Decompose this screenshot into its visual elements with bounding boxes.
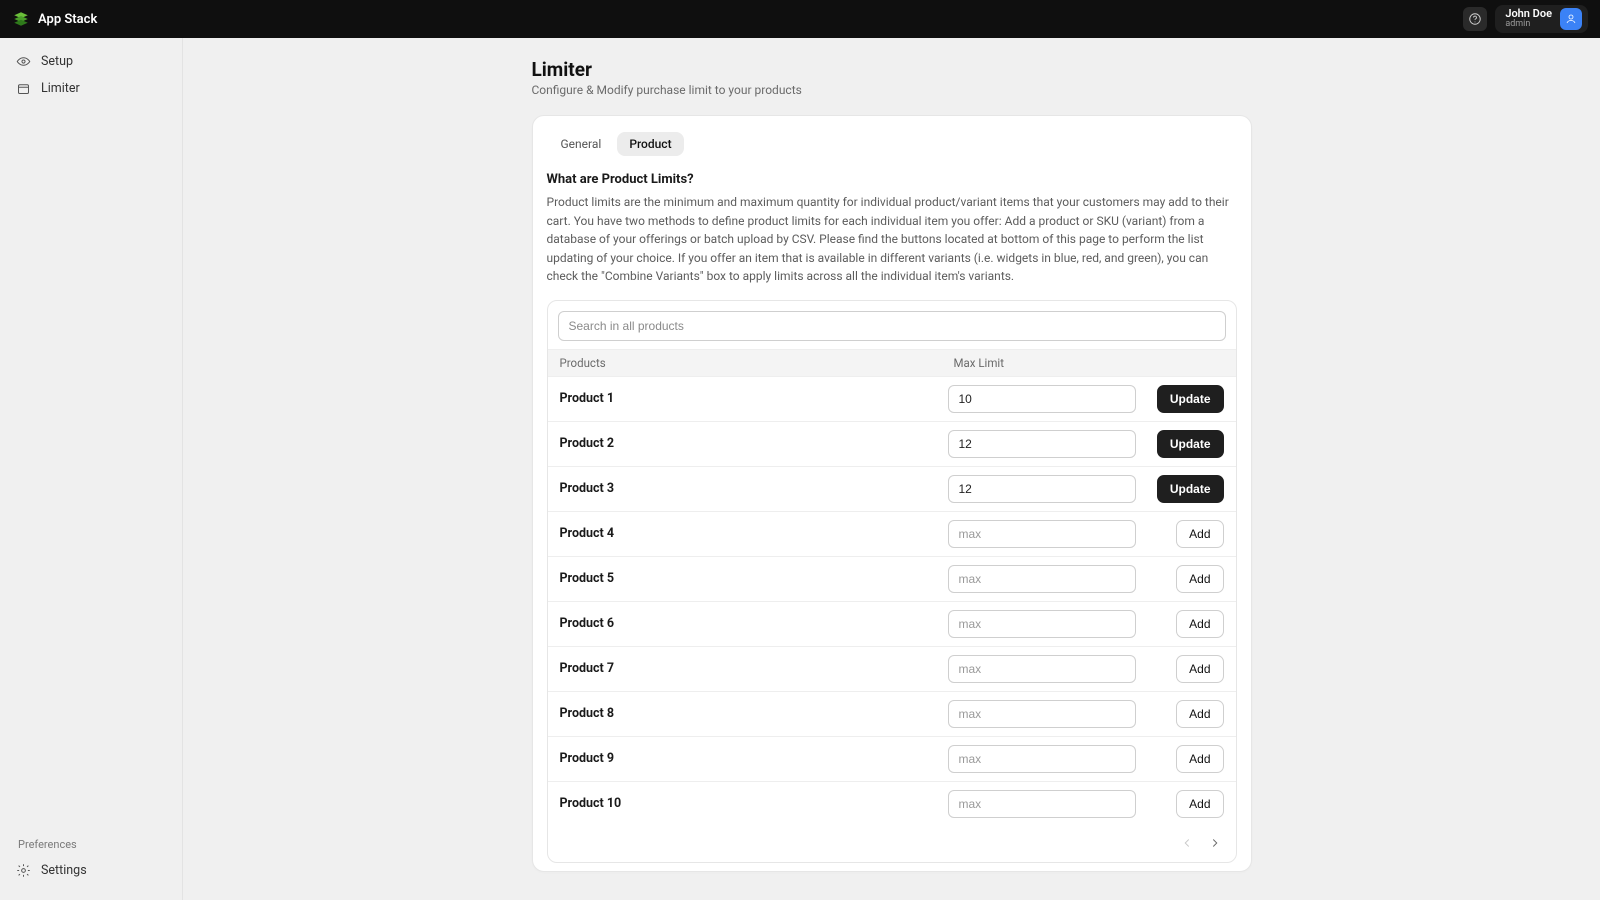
update-button[interactable]: Update xyxy=(1157,430,1224,458)
avatar xyxy=(1560,8,1582,30)
product-name: Product 8 xyxy=(560,706,948,721)
product-name: Product 10 xyxy=(560,796,948,811)
products-panel: Products Max Limit Product 1UpdateProduc… xyxy=(547,300,1237,863)
max-limit-input[interactable] xyxy=(948,655,1136,683)
topbar-right: John Doe admin xyxy=(1463,5,1588,33)
table-row: Product 4 Add xyxy=(548,512,1236,557)
sidebar-bottom: Preferences Settings xyxy=(0,838,182,890)
table-body: Product 1 Update Product 2 Update Product 3 U… xyxy=(548,377,1236,826)
box-icon xyxy=(16,81,31,96)
sidebar-item-setup[interactable]: Setup xyxy=(0,48,182,75)
update-button[interactable]: Update xyxy=(1157,475,1224,503)
max-limit-input[interactable] xyxy=(948,430,1136,458)
max-limit-input[interactable] xyxy=(948,565,1136,593)
content-card: General Product What are Product Limits?… xyxy=(532,115,1252,872)
eye-icon xyxy=(16,54,31,69)
product-name: Product 1 xyxy=(560,391,948,406)
product-name: Product 5 xyxy=(560,571,948,586)
sidebar-item-label: Settings xyxy=(41,863,87,878)
add-button[interactable]: Add xyxy=(1176,520,1223,548)
add-button[interactable]: Add xyxy=(1176,745,1223,773)
add-button[interactable]: Add xyxy=(1176,565,1223,593)
max-limit-input[interactable] xyxy=(948,745,1136,773)
info-body: Product limits are the minimum and maxim… xyxy=(547,193,1237,286)
product-name: Product 4 xyxy=(560,526,948,541)
search-input[interactable] xyxy=(558,311,1226,341)
sidebar-nav: Setup Limiter xyxy=(0,48,182,102)
table-row: Product 1 Update xyxy=(548,377,1236,422)
tabs: General Product xyxy=(547,130,1237,160)
user-text: John Doe admin xyxy=(1505,8,1552,30)
topbar-left: App Stack xyxy=(12,10,97,28)
add-button[interactable]: Add xyxy=(1176,700,1223,728)
tab-product[interactable]: Product xyxy=(617,132,683,156)
table-header: Products Max Limit xyxy=(548,349,1236,377)
max-limit-input[interactable] xyxy=(948,385,1136,413)
max-limit-input[interactable] xyxy=(948,520,1136,548)
app-title: App Stack xyxy=(38,12,97,27)
table-row: Product 6 Add xyxy=(548,602,1236,647)
table-row: Product 10 Add xyxy=(548,782,1236,826)
col-products: Products xyxy=(560,356,954,370)
table-row: Product 5 Add xyxy=(548,557,1236,602)
product-name: Product 3 xyxy=(560,481,948,496)
sidebar-item-settings[interactable]: Settings xyxy=(16,857,166,884)
pager-prev[interactable] xyxy=(1176,832,1198,854)
page-subtitle: Configure & Modify purchase limit to you… xyxy=(532,83,1252,97)
table-row: Product 2 Update xyxy=(548,422,1236,467)
sidebar-item-label: Limiter xyxy=(41,81,80,96)
sidebar-item-label: Setup xyxy=(41,54,73,69)
max-limit-input[interactable] xyxy=(948,700,1136,728)
topbar: App Stack John Doe admin xyxy=(0,0,1600,38)
chevron-right-icon xyxy=(1208,836,1222,850)
pager xyxy=(548,826,1236,862)
help-icon xyxy=(1468,12,1482,26)
product-name: Product 9 xyxy=(560,751,948,766)
table-row: Product 3 Update xyxy=(548,467,1236,512)
table-row: Product 7 Add xyxy=(548,647,1236,692)
add-button[interactable]: Add xyxy=(1176,655,1223,683)
product-name: Product 6 xyxy=(560,616,948,631)
max-limit-input[interactable] xyxy=(948,610,1136,638)
pager-next[interactable] xyxy=(1204,832,1226,854)
sidebar: Setup Limiter Preferences Settings xyxy=(0,38,183,900)
sidebar-prefs-heading: Preferences xyxy=(18,838,166,851)
update-button[interactable]: Update xyxy=(1157,385,1224,413)
info-heading: What are Product Limits? xyxy=(547,172,1237,187)
tab-general[interactable]: General xyxy=(549,132,614,156)
product-name: Product 2 xyxy=(560,436,948,451)
col-max: Max Limit xyxy=(954,356,1154,370)
user-role: admin xyxy=(1505,20,1552,30)
user-icon xyxy=(1565,13,1577,25)
sidebar-item-limiter[interactable]: Limiter xyxy=(0,75,182,102)
table-row: Product 8 Add xyxy=(548,692,1236,737)
app-logo-icon xyxy=(12,10,30,28)
product-name: Product 7 xyxy=(560,661,948,676)
table-row: Product 9 Add xyxy=(548,737,1236,782)
add-button[interactable]: Add xyxy=(1176,790,1223,818)
main: Limiter Configure & Modify purchase limi… xyxy=(183,38,1600,900)
gear-icon xyxy=(16,863,31,878)
help-button[interactable] xyxy=(1463,7,1487,31)
chevron-left-icon xyxy=(1180,836,1194,850)
user-menu[interactable]: John Doe admin xyxy=(1495,5,1588,33)
max-limit-input[interactable] xyxy=(948,790,1136,818)
page-title: Limiter xyxy=(532,58,1252,81)
add-button[interactable]: Add xyxy=(1176,610,1223,638)
max-limit-input[interactable] xyxy=(948,475,1136,503)
